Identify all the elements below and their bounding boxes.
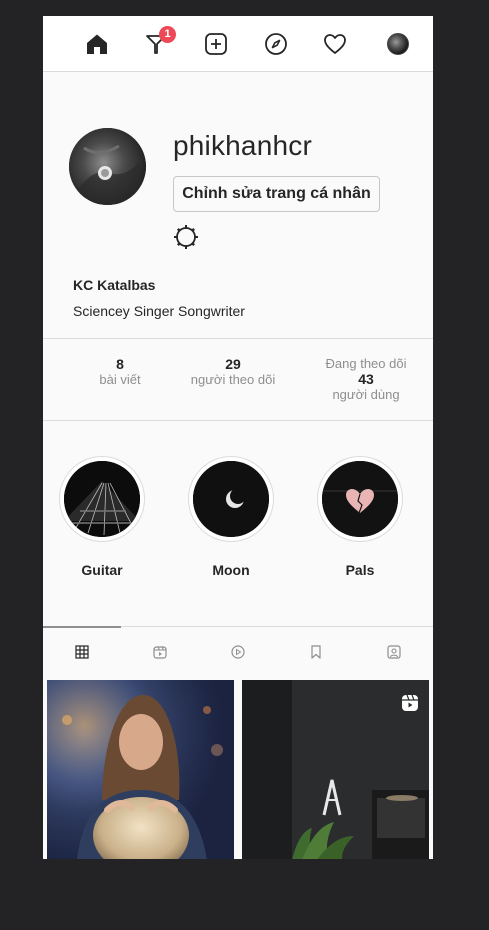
home-icon — [87, 34, 107, 54]
highlight-pals[interactable]: Pals — [317, 456, 403, 578]
highlight-cover — [322, 461, 398, 537]
igtv-icon — [153, 646, 167, 659]
tab-tagged[interactable] — [387, 645, 403, 661]
highlight-label: Moon — [212, 562, 250, 578]
tab-reels[interactable] — [231, 645, 247, 661]
profile-page: 1 phikhanhcr Chỉnh sửa trang cá nhân KC … — [43, 16, 433, 859]
active-tab-indicator — [43, 626, 121, 628]
add-post-icon — [205, 33, 227, 55]
highlight-ring — [188, 456, 274, 542]
profile-username: phikhanhcr — [173, 130, 312, 161]
followers-count-label: người theo dõi — [190, 372, 276, 387]
grid-icon — [75, 645, 89, 659]
tab-igtv[interactable] — [153, 645, 169, 661]
bookmark-icon — [311, 645, 321, 659]
highlight-ring — [59, 456, 145, 542]
highlight-label: Guitar — [81, 562, 123, 578]
avatar — [387, 33, 409, 55]
tab-saved[interactable] — [309, 645, 325, 661]
posts-count-label: bài viết — [99, 372, 141, 387]
tagged-user-icon — [387, 645, 401, 659]
highlight-label: Pals — [345, 562, 375, 578]
profile-avatar[interactable] — [69, 128, 146, 205]
profile-button[interactable] — [384, 30, 412, 58]
activity-button[interactable] — [321, 30, 349, 58]
posts-count-value: 8 — [116, 356, 124, 372]
content-tabs — [43, 626, 433, 676]
followers-count-value: 29 — [225, 356, 241, 372]
profile-full-name: KC Katalbas — [73, 277, 156, 293]
new-post-button[interactable] — [202, 30, 230, 58]
post-thumbnail[interactable] — [242, 680, 429, 859]
explore-button[interactable] — [262, 30, 290, 58]
gear-icon — [174, 225, 198, 249]
following-count[interactable]: Đang theo dõi 43 người dùng — [311, 356, 421, 402]
highlight-cover — [64, 461, 140, 537]
heart-icon — [324, 34, 346, 54]
highlight-ring — [317, 456, 403, 542]
profile-stats: 8 bài viết 29 người theo dõi Đang theo d… — [43, 338, 433, 421]
highlight-cover — [193, 461, 269, 537]
play-circle-icon — [231, 645, 245, 659]
following-count-value: 43 — [358, 371, 374, 387]
profile-photo — [69, 128, 146, 205]
reels-icon — [402, 694, 418, 711]
direct-messages-button[interactable]: 1 — [142, 26, 176, 58]
top-nav: 1 — [43, 16, 433, 72]
tab-posts[interactable] — [75, 645, 91, 661]
highlight-moon[interactable]: Moon — [188, 456, 274, 578]
notification-badge: 1 — [159, 26, 176, 43]
home-button[interactable] — [83, 30, 111, 58]
profile-bio: Sciencey Singer Songwriter — [73, 303, 245, 319]
following-prefix: Đang theo dõi — [325, 356, 407, 371]
compass-icon — [265, 33, 287, 55]
followers-count[interactable]: 29 người theo dõi — [173, 356, 293, 387]
post-image — [47, 680, 234, 859]
highlight-guitar[interactable]: Guitar — [59, 456, 145, 578]
following-count-label: người dùng — [332, 387, 400, 402]
settings-button[interactable] — [173, 224, 199, 250]
edit-profile-button[interactable]: Chỉnh sửa trang cá nhân — [173, 176, 380, 212]
posts-count: 8 bài viết — [90, 356, 150, 387]
post-thumbnail[interactable] — [47, 680, 234, 859]
